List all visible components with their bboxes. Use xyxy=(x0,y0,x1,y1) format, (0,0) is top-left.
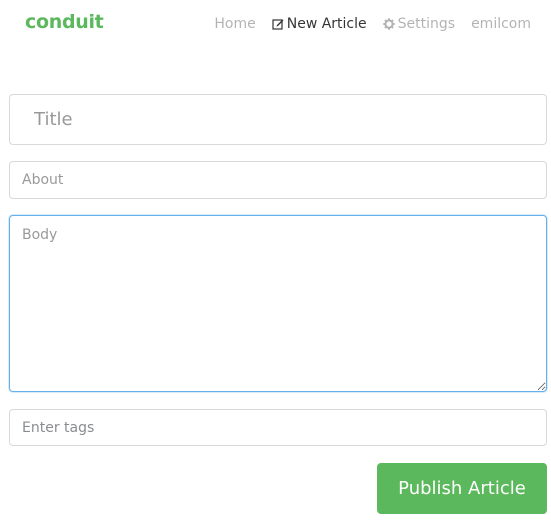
article-body-textarea[interactable] xyxy=(9,215,547,392)
article-about-input[interactable] xyxy=(9,161,547,199)
nav-item-settings[interactable]: Settings xyxy=(382,16,456,32)
article-tags-input[interactable] xyxy=(9,409,547,446)
nav-links: Home New Article Settings emilcom xyxy=(198,16,531,32)
gear-icon xyxy=(382,18,395,30)
nav-item-label: Home xyxy=(214,16,256,32)
publish-article-button[interactable]: Publish Article xyxy=(377,463,547,514)
nav-item-home[interactable]: Home xyxy=(214,16,255,32)
nav-item-label: New Article xyxy=(286,16,367,32)
article-title-input[interactable] xyxy=(9,94,547,145)
brand-logo[interactable]: conduit xyxy=(25,11,104,33)
nav-item-label: emilcom xyxy=(471,16,531,32)
edit-icon xyxy=(272,19,284,30)
nav-item-new-article[interactable]: New Article xyxy=(272,16,367,32)
navbar: conduit Home New Article Settings emilco… xyxy=(0,0,551,52)
nav-item-label: Settings xyxy=(397,16,456,32)
nav-item-profile[interactable]: emilcom xyxy=(471,16,531,32)
